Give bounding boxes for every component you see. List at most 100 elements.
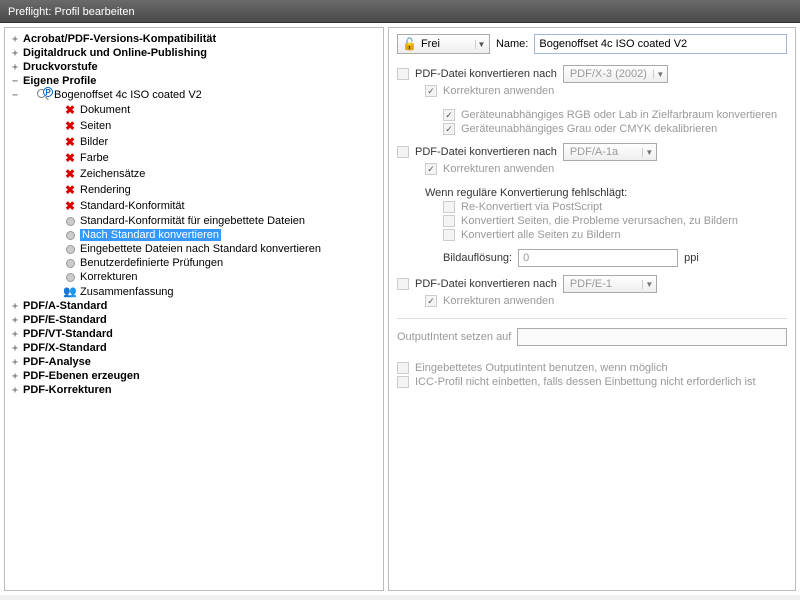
unlock-icon: 🔓 — [402, 37, 417, 51]
tree-item-seiten[interactable]: ✖ Seiten — [5, 118, 383, 134]
fallback-title: Wenn reguläre Konvertierung fehlschlägt: — [425, 187, 627, 199]
expand-icon[interactable]: + — [9, 385, 21, 396]
select-pdfe-version[interactable]: PDF/E-1 ▼ — [563, 275, 657, 293]
tree-item-label: Zusammenfassung — [80, 286, 174, 298]
tree-group-pdf-korrekt[interactable]: +PDF-Korrekturen — [5, 383, 383, 397]
tree-group-pdfa[interactable]: +PDF/A-Standard — [5, 299, 383, 313]
tree-item-label: Nach Standard konvertieren — [80, 229, 221, 241]
tree-item-bilder[interactable]: ✖Bilder — [5, 134, 383, 150]
tree-item-rendering[interactable]: ✖Rendering — [5, 182, 383, 198]
tree-item-label: PDF/X-Standard — [23, 342, 107, 354]
outputintent-label: OutputIntent setzen auf — [397, 331, 511, 343]
tree-item-label: Benutzerdefinierte Prüfungen — [80, 257, 223, 269]
checkbox-convert-pdfx[interactable] — [397, 68, 409, 80]
tree-item-label: Eigene Profile — [23, 75, 96, 87]
checkbox-reconvert-ps[interactable] — [443, 201, 455, 213]
tree-group-pdfx[interactable]: +PDF/X-Standard — [5, 341, 383, 355]
error-x-icon: ✖ — [65, 199, 75, 213]
name-label: Name: — [496, 38, 528, 50]
tree-item-label: Acrobat/PDF-Versions-Kompatibilität — [23, 33, 216, 45]
tree-item-label: Druckvorstufe — [23, 61, 98, 73]
tree-item-standard-konf-emb[interactable]: Standard-Konformität für eingebettete Da… — [5, 214, 383, 228]
tree-group-pdf-analyse[interactable]: +PDF-Analyse — [5, 355, 383, 369]
error-x-icon: ✖ — [65, 135, 75, 149]
expand-icon[interactable]: + — [9, 301, 21, 312]
select-pdfx-version[interactable]: PDF/X-3 (2002) ▼ — [563, 65, 668, 83]
error-x-icon: ✖ — [65, 103, 75, 117]
profile-icon: P — [37, 89, 51, 101]
expand-icon[interactable]: − — [9, 76, 21, 87]
tree-item-label: PDF-Analyse — [23, 356, 91, 368]
tree-item-label: PDF/E-Standard — [23, 314, 107, 326]
resolution-input[interactable] — [518, 249, 678, 267]
tree-item-label: Farbe — [80, 152, 109, 164]
expand-icon[interactable]: + — [9, 343, 21, 354]
tree-item-nach-standard[interactable]: Nach Standard konvertieren — [5, 228, 383, 242]
checkbox-cmyk-decal[interactable] — [443, 123, 455, 135]
tree-item-label: PDF/VT-Standard — [23, 328, 113, 340]
checkbox-apply-corrections[interactable] — [425, 85, 437, 97]
tree-group-pdf-ebenen[interactable]: +PDF-Ebenen erzeugen — [5, 369, 383, 383]
tree-item-label: Standard-Konformität — [80, 200, 185, 212]
profile-tree[interactable]: +Acrobat/PDF-Versions-Kompatibilität+Dig… — [4, 27, 384, 591]
tree-item-farbe[interactable]: ✖ Farbe — [5, 150, 383, 166]
checkbox-apply-corrections-e[interactable] — [425, 295, 437, 307]
dot-icon — [66, 217, 75, 226]
outputintent-input[interactable] — [517, 328, 787, 346]
checkbox-embedded-oi[interactable] — [397, 362, 409, 374]
tree-item-label: Bogenoffset 4c ISO coated V2 — [54, 89, 202, 101]
checkbox-problem-pages[interactable] — [443, 215, 455, 227]
expand-icon[interactable]: + — [9, 357, 21, 368]
summary-icon: 👥 — [63, 285, 77, 298]
error-x-icon: ✖ — [65, 151, 75, 165]
lock-selector[interactable]: 🔓 ▼ — [397, 34, 490, 54]
checkbox-rgb-convert[interactable] — [443, 109, 455, 121]
lock-value[interactable] — [419, 37, 475, 51]
profile-name-input[interactable] — [534, 34, 787, 54]
expand-icon[interactable]: + — [9, 329, 21, 340]
expand-icon[interactable]: + — [9, 371, 21, 382]
tree-item-eingebettete[interactable]: Eingebettete Dateien nach Standard konve… — [5, 242, 383, 256]
tree-item-label: PDF/A-Standard — [23, 300, 107, 312]
tree-item-label: PDF-Korrekturen — [23, 384, 112, 396]
expand-icon[interactable]: + — [9, 48, 21, 59]
expand-icon[interactable]: + — [9, 62, 21, 73]
expand-icon[interactable]: + — [9, 315, 21, 326]
tree-item-label: Digitaldruck und Online-Publishing — [23, 47, 207, 59]
tree-profile-node[interactable]: − P Bogenoffset 4c ISO coated V2 — [5, 88, 383, 102]
tree-group-druckvorstufe[interactable]: +Druckvorstufe — [5, 60, 383, 74]
tree-group-pdfvt[interactable]: +PDF/VT-Standard — [5, 327, 383, 341]
select-pdfa-version[interactable]: PDF/A-1a ▼ — [563, 143, 657, 161]
tree-group-eigene-profile[interactable]: −Eigene Profile — [5, 74, 383, 88]
settings-panel: 🔓 ▼ Name: PDF-Datei konvertieren nach PD… — [388, 27, 796, 591]
tree-item-zeichensaetze[interactable]: ✖Zeichensätze — [5, 166, 383, 182]
tree-item-zusammenfassung[interactable]: 👥Zusammenfassung — [5, 284, 383, 299]
dot-icon — [66, 231, 75, 240]
checkbox-apply-corrections-a[interactable] — [425, 163, 437, 175]
tree-item-korrekturen[interactable]: Korrekturen — [5, 270, 383, 284]
error-x-icon: ✖ — [65, 167, 75, 181]
tree-item-label: Korrekturen — [80, 271, 137, 283]
expand-icon[interactable]: + — [9, 34, 21, 45]
checkbox-icc-skip[interactable] — [397, 376, 409, 388]
tree-group-acrobat[interactable]: +Acrobat/PDF-Versions-Kompatibilität — [5, 32, 383, 46]
tree-item-benutzerdef[interactable]: Benutzerdefinierte Prüfungen — [5, 256, 383, 270]
dot-icon — [66, 259, 75, 268]
chevron-down-icon: ▼ — [642, 280, 656, 289]
divider — [397, 318, 787, 319]
chevron-down-icon[interactable]: ▼ — [475, 40, 487, 49]
checkbox-convert-pdfa[interactable] — [397, 146, 409, 158]
checkbox-convert-pdfe[interactable] — [397, 278, 409, 290]
tree-item-label: Standard-Konformität für eingebettete Da… — [80, 215, 305, 227]
convert-pdfa-label: PDF-Datei konvertieren nach — [415, 146, 557, 158]
error-x-icon: ✖ — [65, 119, 75, 133]
tree-item-dokument[interactable]: ✖Dokument — [5, 102, 383, 118]
collapse-icon[interactable]: − — [9, 90, 21, 101]
tree-item-label: Seiten — [80, 120, 111, 132]
tree-group-pdfe[interactable]: +PDF/E-Standard — [5, 313, 383, 327]
chevron-down-icon: ▼ — [653, 70, 667, 79]
tree-item-standard-konf[interactable]: ✖ Standard-Konformität — [5, 198, 383, 214]
tree-group-digitaldruck[interactable]: +Digitaldruck und Online-Publishing — [5, 46, 383, 60]
checkbox-all-pages[interactable] — [443, 229, 455, 241]
window-titlebar: Preflight: Profil bearbeiten — [0, 0, 800, 23]
